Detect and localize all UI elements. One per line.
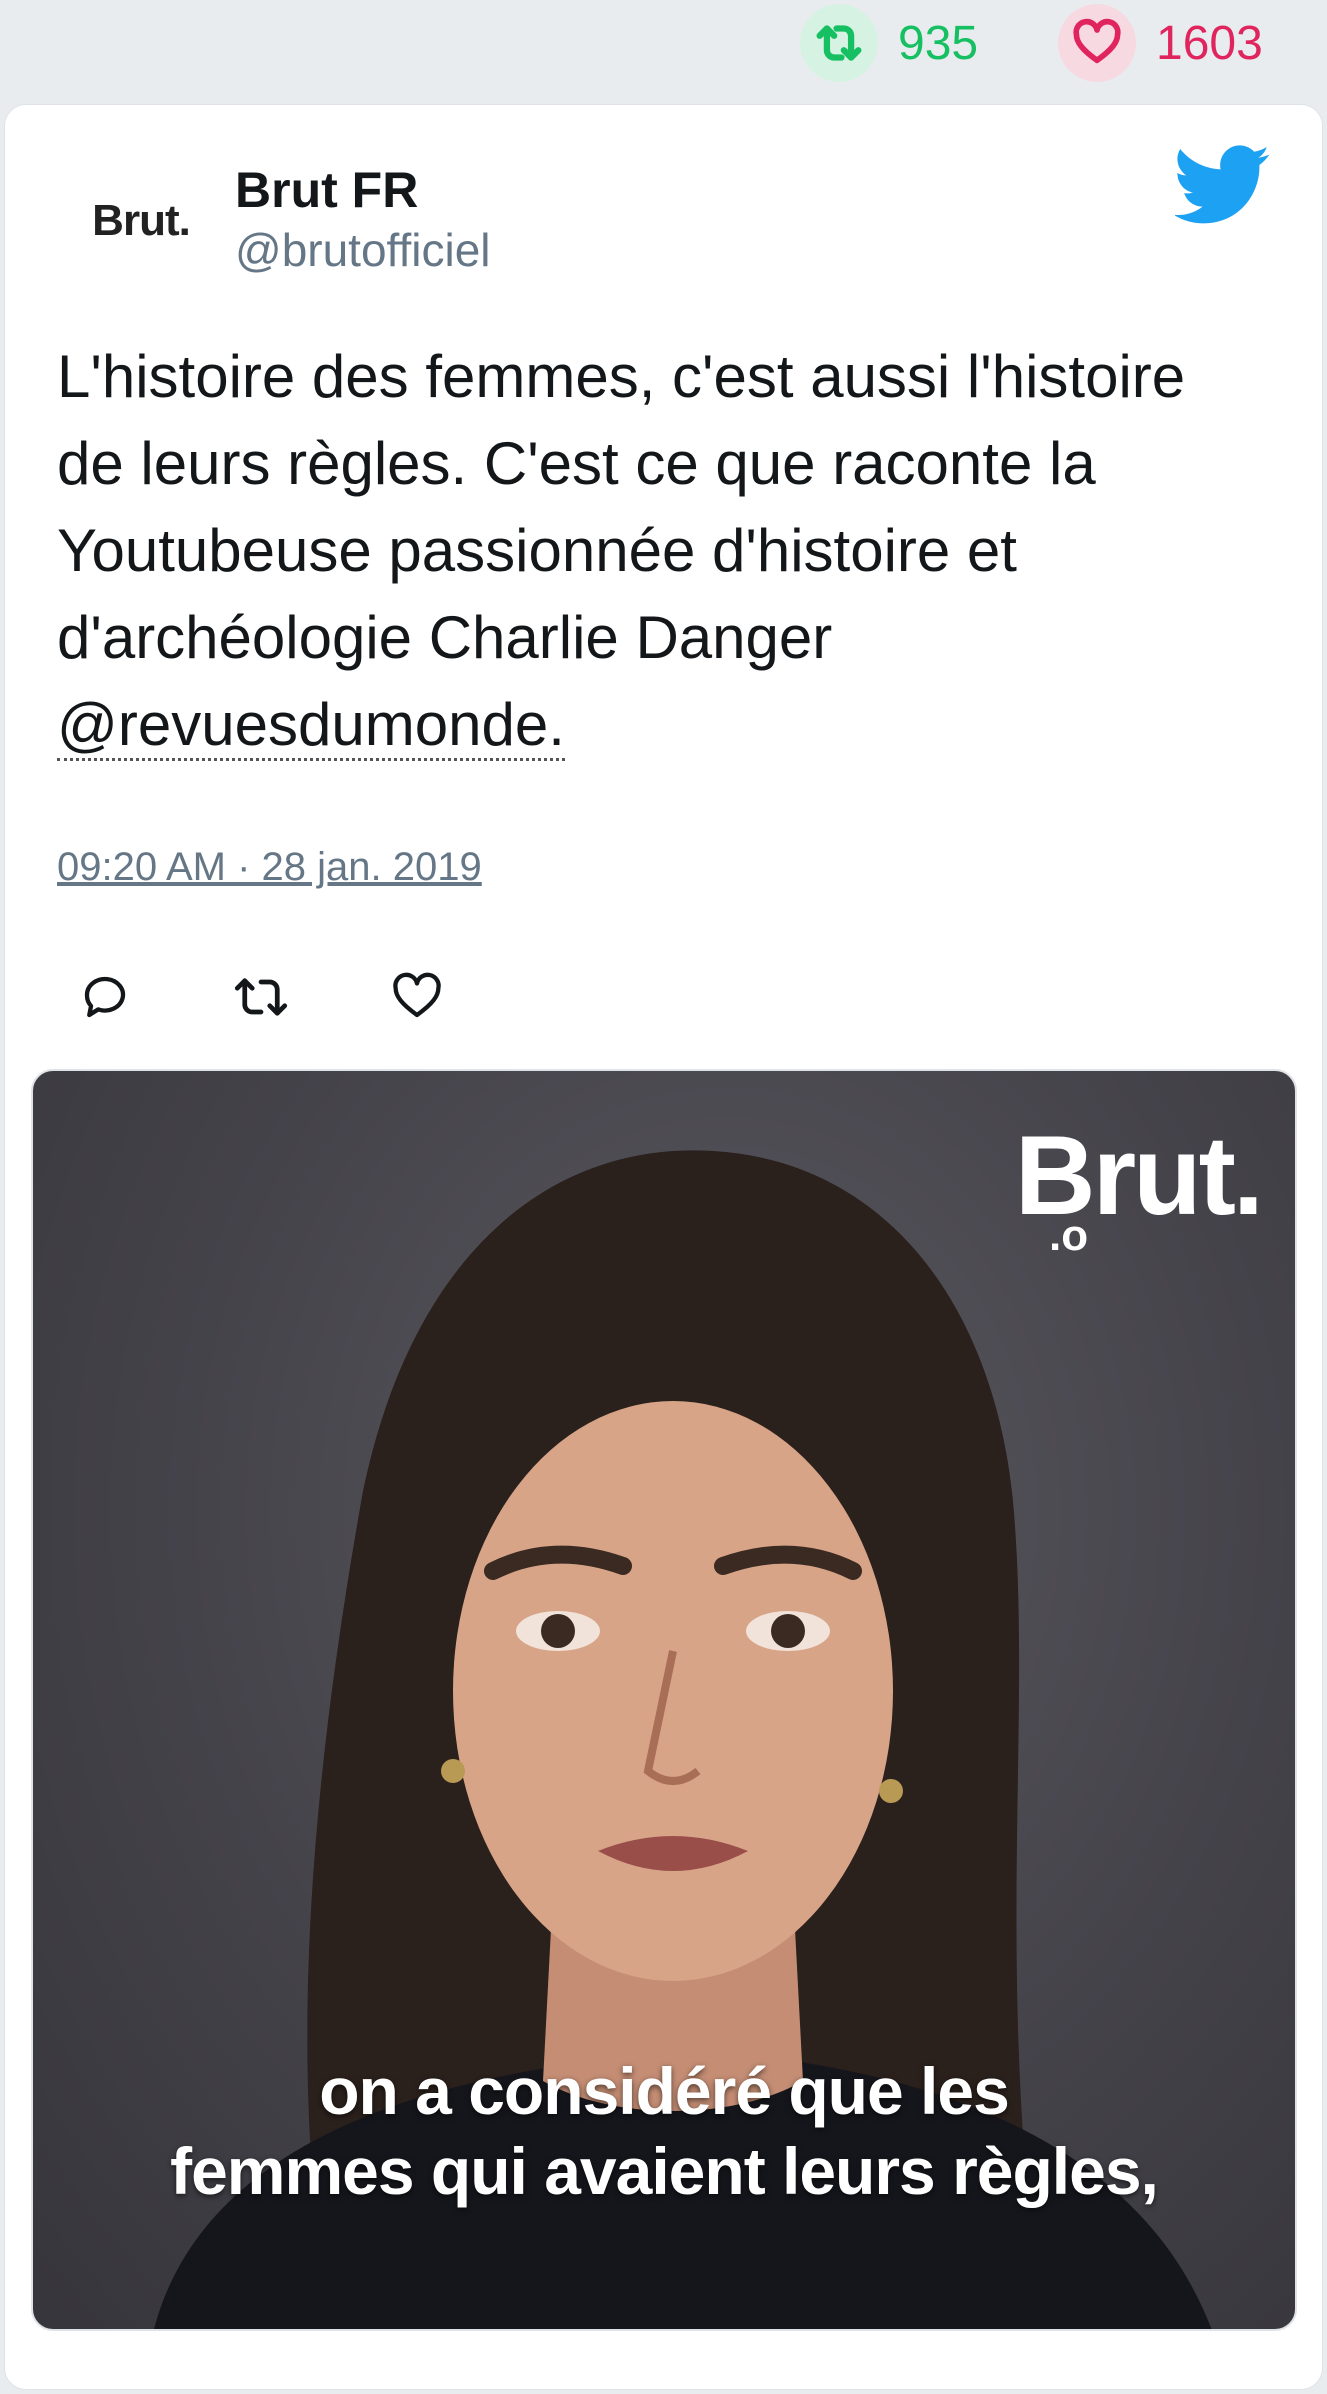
caption-line-1: on a considéré que les bbox=[319, 2054, 1010, 2128]
retweet-icon bbox=[800, 4, 878, 82]
engagement-stats-bar: 935 1603 bbox=[0, 0, 1327, 102]
retweet-count: 935 bbox=[898, 16, 979, 70]
caption-line-2: femmes qui avaient leurs règles, bbox=[170, 2134, 1159, 2208]
video-thumbnail[interactable]: Brut. .o on a considéré que les femmes q… bbox=[31, 1069, 1297, 2331]
like-count: 1603 bbox=[1156, 16, 1263, 70]
tweet-card: Brut. Brut FR @brutofficiel L'histoire d… bbox=[4, 104, 1323, 2390]
tweet-body: L'histoire des femmes, c'est aussi l'his… bbox=[57, 343, 1186, 671]
retweet-stat[interactable]: 935 bbox=[800, 4, 978, 82]
like-stat[interactable]: 1603 bbox=[1058, 4, 1263, 82]
reply-icon[interactable] bbox=[75, 967, 135, 1027]
heart-icon bbox=[1058, 4, 1136, 82]
tweet-actions bbox=[75, 957, 447, 1037]
video-caption: on a considéré que les femmes qui avaien… bbox=[33, 2051, 1295, 2211]
brut-logo-sub: .o bbox=[1049, 1211, 1089, 1260]
avatar[interactable]: Brut. bbox=[61, 161, 221, 281]
tweet-timestamp[interactable]: 09:20 AM · 28 jan. 2019 bbox=[57, 845, 482, 890]
like-icon[interactable] bbox=[387, 967, 447, 1027]
display-name[interactable]: Brut FR bbox=[235, 161, 418, 219]
user-handle[interactable]: @brutofficiel bbox=[235, 223, 491, 277]
mention-link[interactable]: @revuesdumonde. bbox=[57, 691, 565, 761]
avatar-logo-text: Brut. bbox=[92, 196, 191, 245]
twitter-bird-icon[interactable] bbox=[1173, 145, 1271, 225]
retweet-action-icon[interactable] bbox=[231, 967, 291, 1027]
tweet-text: L'histoire des femmes, c'est aussi l'his… bbox=[57, 333, 1257, 768]
